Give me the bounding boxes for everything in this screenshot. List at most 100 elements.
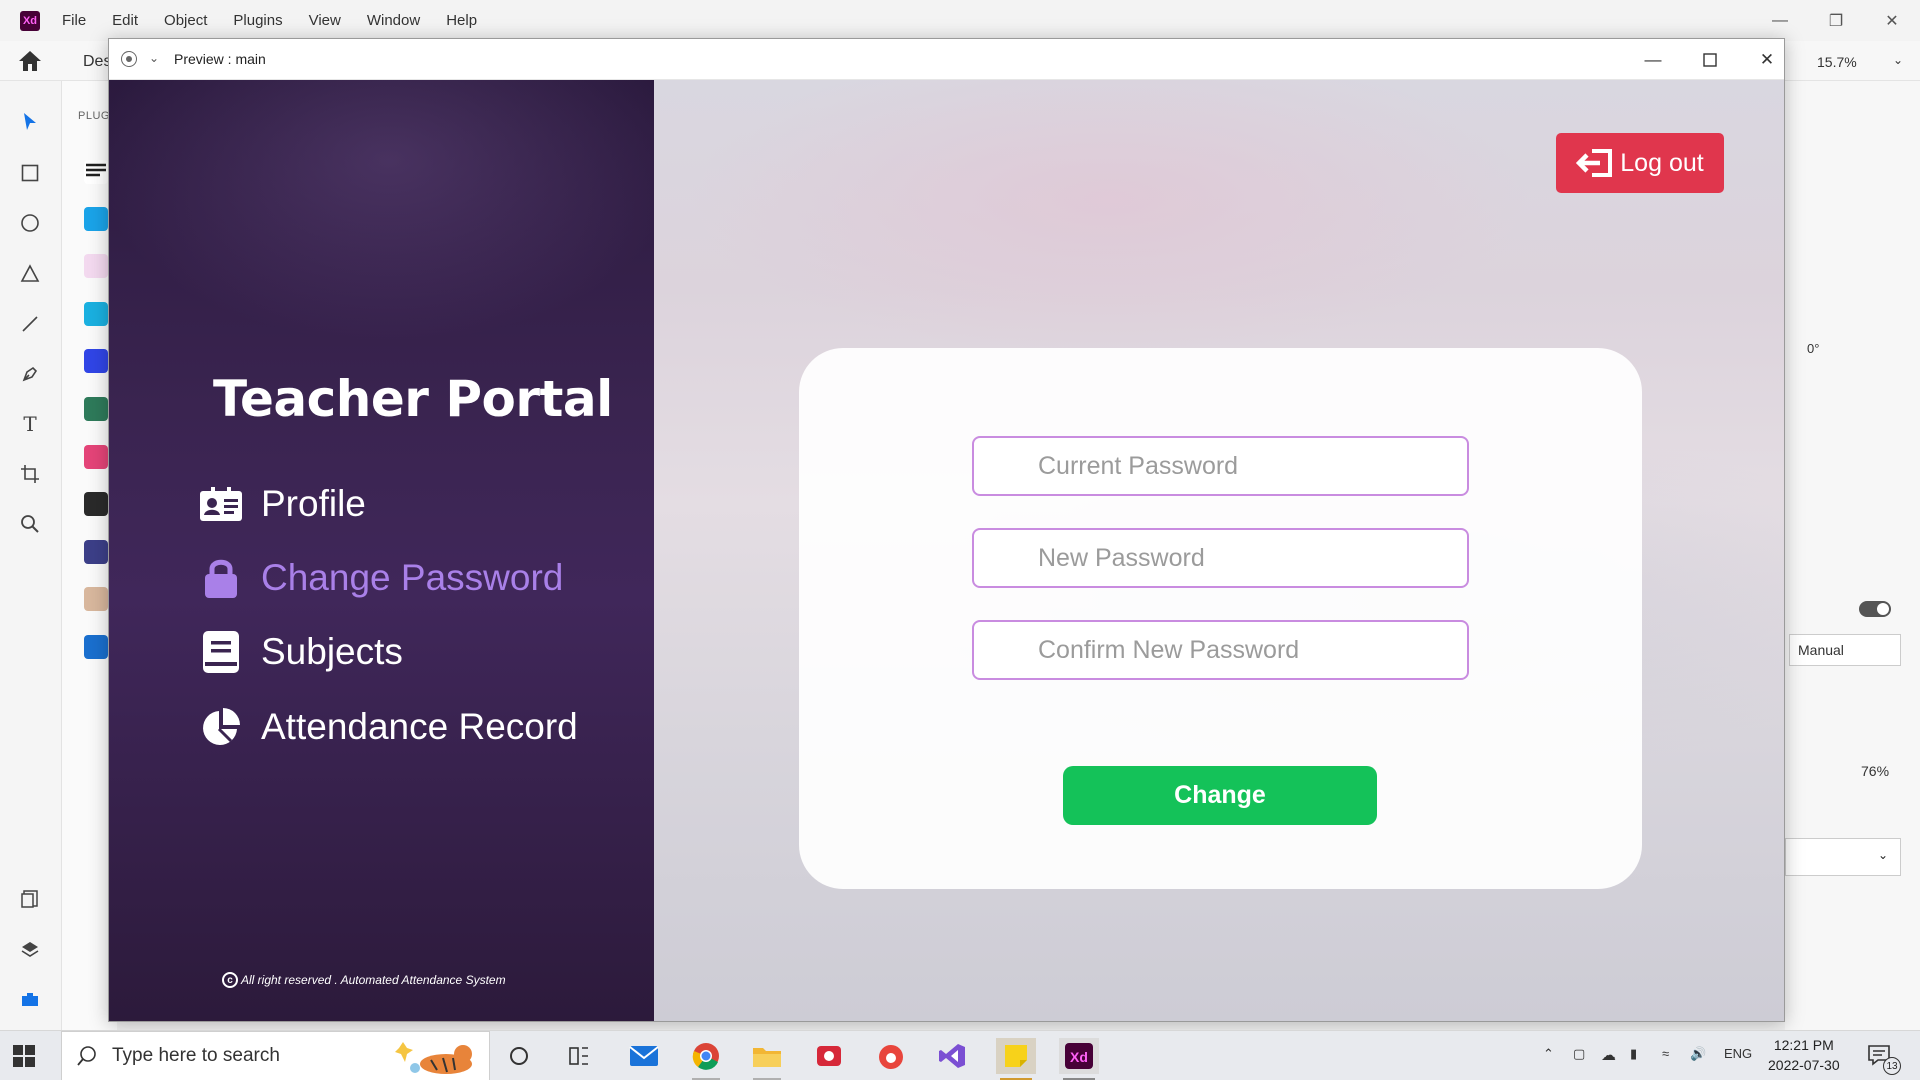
plugin-leaf-icon[interactable] (84, 397, 108, 421)
zoom-tool-icon[interactable] (17, 511, 43, 537)
chrome-app-icon[interactable] (688, 1038, 724, 1080)
language-indicator[interactable]: ENG (1724, 1046, 1752, 1061)
plugin-avatar-icon[interactable] (84, 587, 108, 611)
rotation-value[interactable]: 0° (1807, 341, 1819, 356)
chevron-down-icon: ⌄ (1877, 848, 1888, 862)
restore-icon[interactable]: ❐ (1808, 0, 1864, 41)
text-tool-icon[interactable]: T (17, 411, 43, 437)
profile-card-icon (199, 482, 243, 526)
artboard-tool-icon[interactable] (17, 461, 43, 487)
minimize-icon[interactable]: — (1752, 0, 1808, 41)
clock-time: 12:21 PM (1773, 1037, 1834, 1053)
new-password-field[interactable] (972, 528, 1469, 588)
current-password-input[interactable] (974, 438, 1467, 494)
recorder-app-icon[interactable] (811, 1038, 847, 1074)
resize-mode-select[interactable]: Manual (1789, 634, 1901, 666)
taskbar-clock[interactable]: 12:21 PM 2022-07-30 (1768, 1035, 1840, 1075)
nav-item-profile[interactable]: Profile (199, 482, 366, 526)
close-icon[interactable]: ✕ (1754, 47, 1780, 73)
home-icon[interactable] (18, 50, 42, 72)
chevron-down-icon[interactable]: ⌄ (149, 51, 159, 65)
resize-mode-value: Manual (1798, 642, 1844, 658)
plugin-calendar-icon[interactable] (84, 207, 108, 231)
property-panel: 0° Manual 76% ⌄ (1785, 81, 1920, 1030)
plugin-chart-icon[interactable] (84, 635, 108, 659)
taskbar-search[interactable]: Type here to search (61, 1031, 490, 1080)
chevron-down-icon[interactable]: ⌄ (1893, 53, 1903, 67)
file-explorer-icon[interactable] (749, 1038, 785, 1080)
confirm-password-field[interactable] (972, 620, 1469, 680)
plugins-icon[interactable] (17, 986, 43, 1012)
menu-object[interactable]: Object (164, 12, 207, 29)
current-password-field[interactable] (972, 436, 1469, 496)
adobe-xd-taskbar-icon[interactable]: Xd (1059, 1038, 1099, 1080)
book-icon (199, 630, 243, 674)
battery-icon[interactable]: ▮ (1630, 1046, 1637, 1062)
close-icon[interactable]: ✕ (1864, 0, 1920, 41)
footer-text: All right reserved . Automated Attendanc… (241, 973, 506, 987)
task-view-icon[interactable] (561, 1038, 597, 1074)
plugin-ring-icon[interactable] (84, 254, 108, 278)
windows-taskbar: Type here to search Xd ⌃ ▢ ☁ ▮ ≈ 🔊 ENG 1… (0, 1030, 1920, 1080)
chevron-up-icon[interactable]: ⌃ (1543, 1046, 1554, 1062)
nav-label-attendance-record: Attendance Record (261, 706, 578, 747)
layers-icon[interactable] (17, 936, 43, 962)
pen-tool-icon[interactable] (17, 361, 43, 387)
onedrive-cloud-icon[interactable]: ☁ (1601, 1046, 1616, 1064)
menu-items: File Edit Object Plugins View Window Hel… (62, 12, 503, 29)
plugin-list-icon[interactable] (84, 492, 108, 516)
logout-button[interactable]: Log out (1556, 133, 1724, 193)
wifi-icon[interactable]: ≈ (1662, 1046, 1669, 1061)
zoom-level[interactable]: 15.7% (1817, 54, 1857, 70)
toggle-switch[interactable] (1859, 601, 1891, 617)
nav-item-change-password[interactable]: Change Password (199, 556, 563, 600)
ellipse-tool-icon[interactable] (17, 210, 43, 236)
menu-window[interactable]: Window (367, 12, 420, 29)
screenshot-app-icon[interactable] (873, 1038, 909, 1074)
preview-title: Preview : main (174, 51, 266, 67)
menu-help[interactable]: Help (446, 12, 477, 29)
maximize-icon[interactable] (1697, 47, 1723, 73)
record-icon[interactable] (121, 51, 137, 67)
sticky-notes-icon[interactable] (996, 1038, 1036, 1080)
footer: c All right reserved . Automated Attenda… (222, 972, 506, 988)
plugin-table-icon[interactable] (84, 445, 108, 469)
nav-item-attendance-record[interactable]: Attendance Record (199, 705, 578, 749)
select-tool-icon[interactable] (17, 109, 43, 135)
menu-edit[interactable]: Edit (112, 12, 138, 29)
pages-icon[interactable] (17, 886, 43, 912)
app-window-controls: — ❐ ✕ (1752, 0, 1920, 41)
menu-file[interactable]: File (62, 12, 86, 29)
menu-view[interactable]: View (309, 12, 341, 29)
volume-icon[interactable]: 🔊 (1690, 1046, 1706, 1062)
menu-plugins[interactable]: Plugins (233, 12, 282, 29)
rectangle-tool-icon[interactable] (17, 160, 43, 186)
change-button[interactable]: Change (1063, 766, 1377, 825)
pie-chart-icon (199, 705, 243, 749)
nav-item-subjects[interactable]: Subjects (199, 630, 403, 674)
cortana-icon[interactable] (501, 1038, 537, 1074)
opacity-value[interactable]: 76% (1861, 763, 1889, 779)
plugin-dots-icon[interactable] (84, 540, 108, 564)
meet-now-icon[interactable]: ▢ (1573, 1046, 1585, 1062)
mail-app-icon[interactable] (626, 1038, 662, 1074)
plugin-grid-icon[interactable] (84, 349, 108, 373)
change-password-card: Change (799, 348, 1642, 889)
taskbar-search-placeholder: Type here to search (112, 1045, 280, 1066)
visual-studio-icon[interactable] (934, 1038, 970, 1074)
blend-mode-select[interactable]: ⌄ (1785, 838, 1901, 876)
plugin-lines-icon[interactable] (84, 160, 108, 184)
confirm-password-input[interactable] (974, 622, 1467, 678)
nav-label-subjects: Subjects (261, 631, 403, 672)
search-icon (77, 1046, 96, 1066)
line-tool-icon[interactable] (17, 311, 43, 337)
plugins-panel-label: PLUG (78, 110, 110, 122)
new-password-input[interactable] (974, 530, 1467, 586)
polygon-tool-icon[interactable] (17, 261, 43, 287)
tool-rail: T (0, 81, 62, 1030)
minimize-icon[interactable]: — (1640, 47, 1666, 73)
windows-start-icon[interactable] (12, 1044, 36, 1068)
clock-date: 2022-07-30 (1768, 1057, 1840, 1073)
svg-text:Xd: Xd (1070, 1049, 1088, 1065)
plugin-search-icon[interactable] (84, 302, 108, 326)
